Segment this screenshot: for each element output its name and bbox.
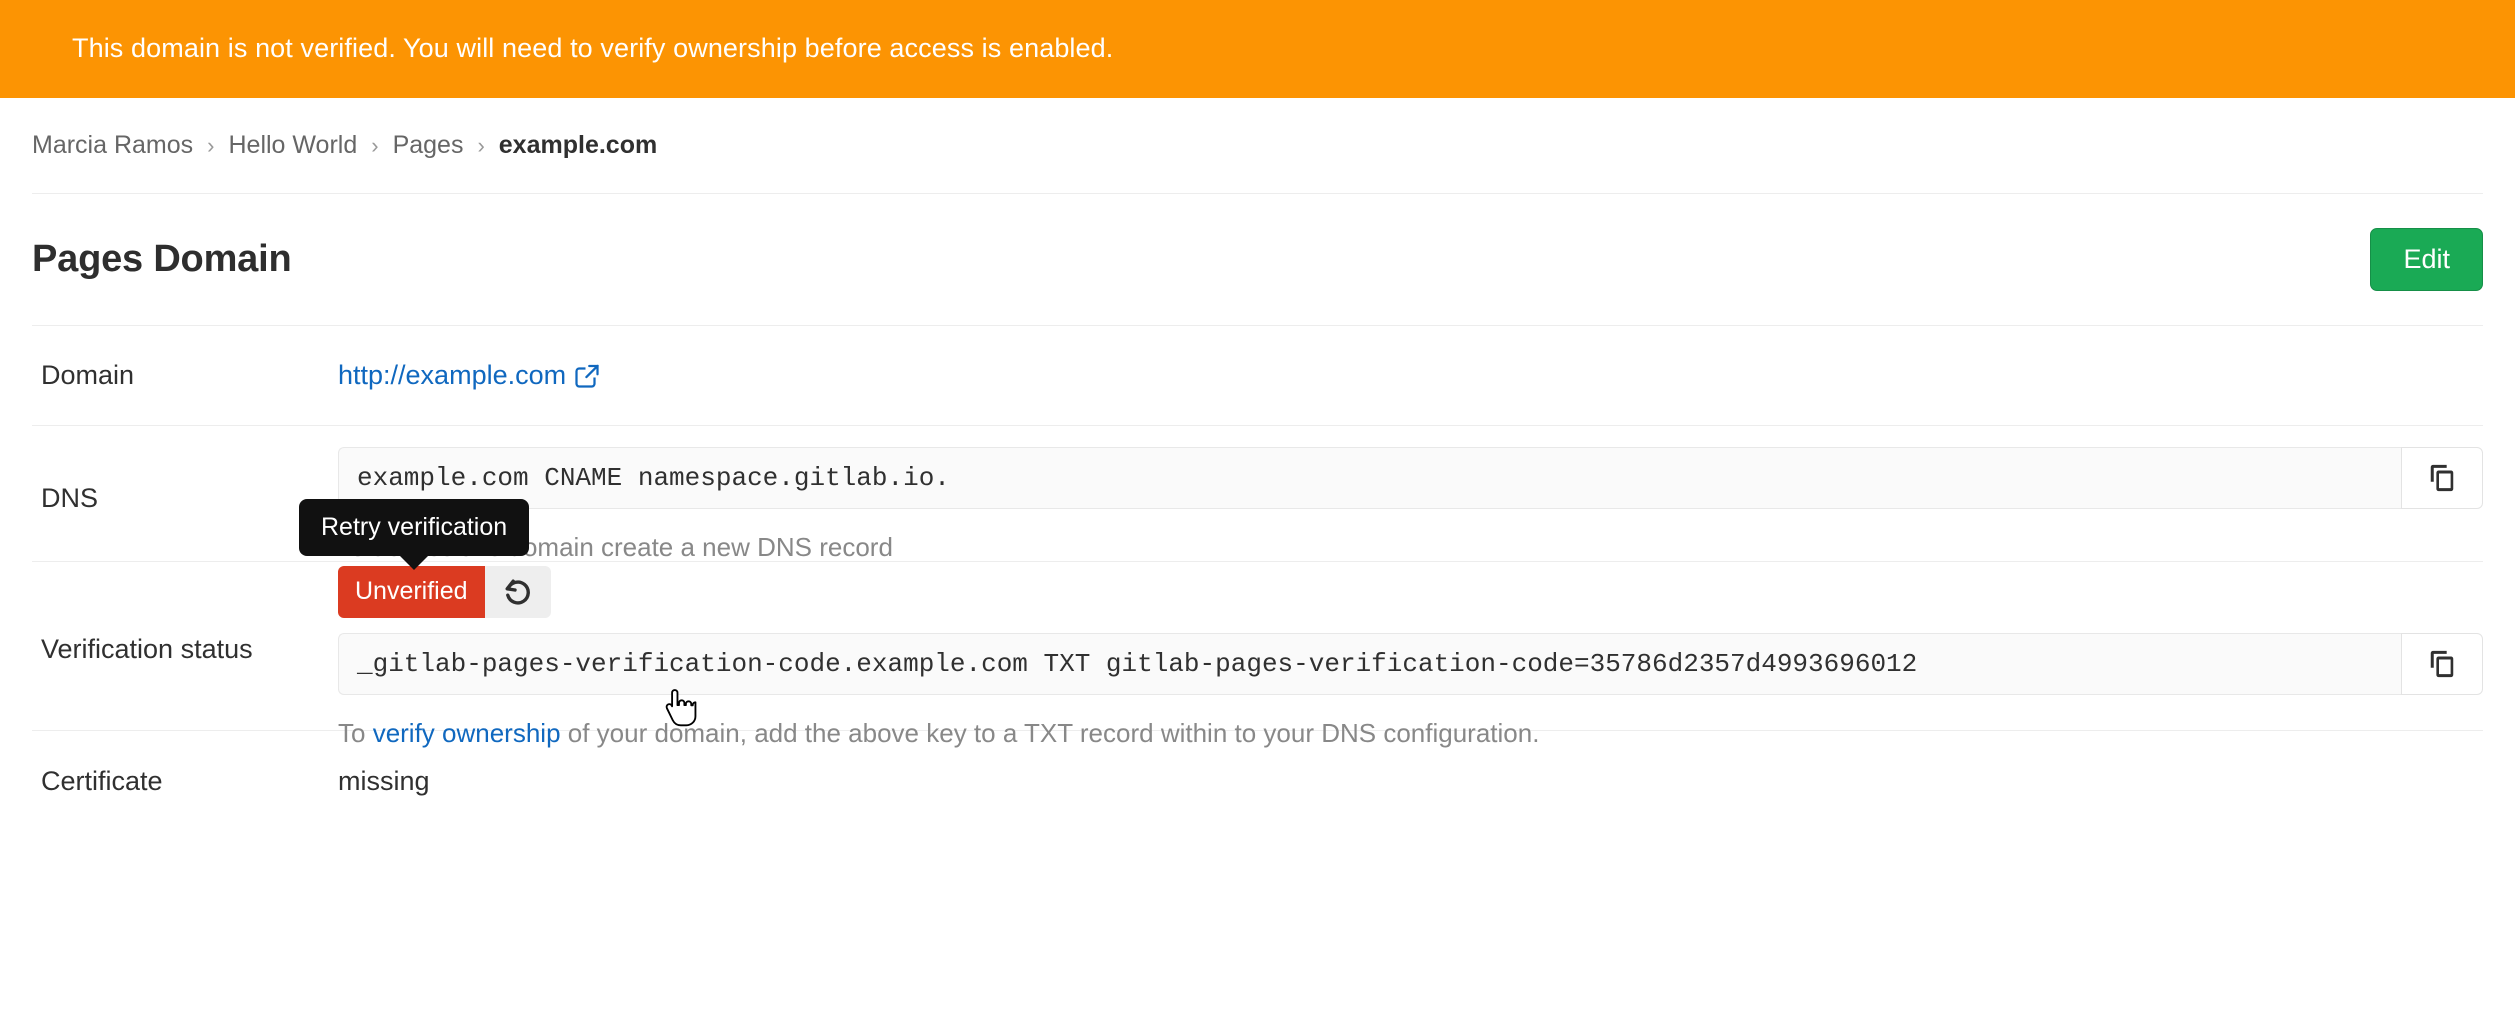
- dns-record-group: example.com CNAME namespace.gitlab.io.: [338, 447, 2483, 509]
- status-badge: Unverified: [338, 566, 485, 618]
- page-title: Pages Domain: [32, 238, 291, 281]
- page-header: Pages Domain Edit: [32, 194, 2483, 326]
- breadcrumb-item-project[interactable]: Hello World: [228, 131, 357, 160]
- copy-to-clipboard-icon: [2427, 649, 2457, 679]
- domain-value: http://example.com: [338, 360, 2483, 391]
- verification-help-text: To verify ownership of your domain, add …: [338, 717, 2483, 750]
- dns-label: DNS: [32, 426, 338, 514]
- dns-record-code: example.com CNAME namespace.gitlab.io.: [338, 447, 2401, 509]
- verification-status-control: Retry verification Unverified: [338, 566, 551, 618]
- dns-value: example.com CNAME namespace.gitlab.io. T…: [338, 426, 2483, 564]
- verification-help-prefix: To: [338, 718, 373, 748]
- domain-link-text: http://example.com: [338, 360, 566, 391]
- domain-verification-alert-banner: This domain is not verified. You will ne…: [0, 0, 2515, 98]
- verification-status-label: Verification status: [32, 562, 338, 665]
- breadcrumb-list: Marcia Ramos › Hello World › Pages › exa…: [32, 131, 657, 160]
- verification-record-code: _gitlab-pages-verification-code.example.…: [338, 633, 2401, 695]
- verification-record-group: _gitlab-pages-verification-code.example.…: [338, 633, 2483, 695]
- alert-message: This domain is not verified. You will ne…: [72, 31, 1113, 66]
- breadcrumb-item-current: example.com: [499, 131, 657, 160]
- domain-label: Domain: [32, 360, 338, 391]
- breadcrumb-separator-icon: ›: [207, 135, 214, 157]
- copy-dns-record-button[interactable]: [2401, 447, 2483, 509]
- copy-to-clipboard-icon: [2427, 463, 2457, 493]
- dns-help-text: To access this domain create a new DNS r…: [338, 531, 2483, 564]
- breadcrumb: Marcia Ramos › Hello World › Pages › exa…: [32, 98, 2483, 194]
- copy-verification-record-button[interactable]: [2401, 633, 2483, 695]
- breadcrumb-item-user[interactable]: Marcia Ramos: [32, 131, 193, 160]
- domain-row: Domain http://example.com: [32, 326, 2483, 426]
- verify-ownership-link[interactable]: verify ownership: [373, 718, 561, 748]
- verification-help-suffix: of your domain, add the above key to a T…: [561, 718, 1540, 748]
- retry-verification-tooltip: Retry verification: [299, 499, 529, 556]
- retry-verification-button[interactable]: [485, 566, 551, 618]
- domain-link[interactable]: http://example.com: [338, 360, 599, 391]
- breadcrumb-item-pages[interactable]: Pages: [393, 131, 464, 160]
- certificate-label: Certificate: [32, 766, 338, 797]
- breadcrumb-separator-icon: ›: [371, 135, 378, 157]
- edit-button[interactable]: Edit: [2370, 228, 2483, 290]
- certificate-value: missing: [338, 766, 2483, 797]
- external-link-icon: [575, 364, 599, 388]
- breadcrumb-separator-icon: ›: [477, 135, 484, 157]
- retry-icon: [502, 576, 534, 608]
- verification-status-row: Verification status Retry verification U…: [32, 562, 2483, 731]
- verification-status-value: Retry verification Unverified _gitlab-pa…: [338, 562, 2483, 750]
